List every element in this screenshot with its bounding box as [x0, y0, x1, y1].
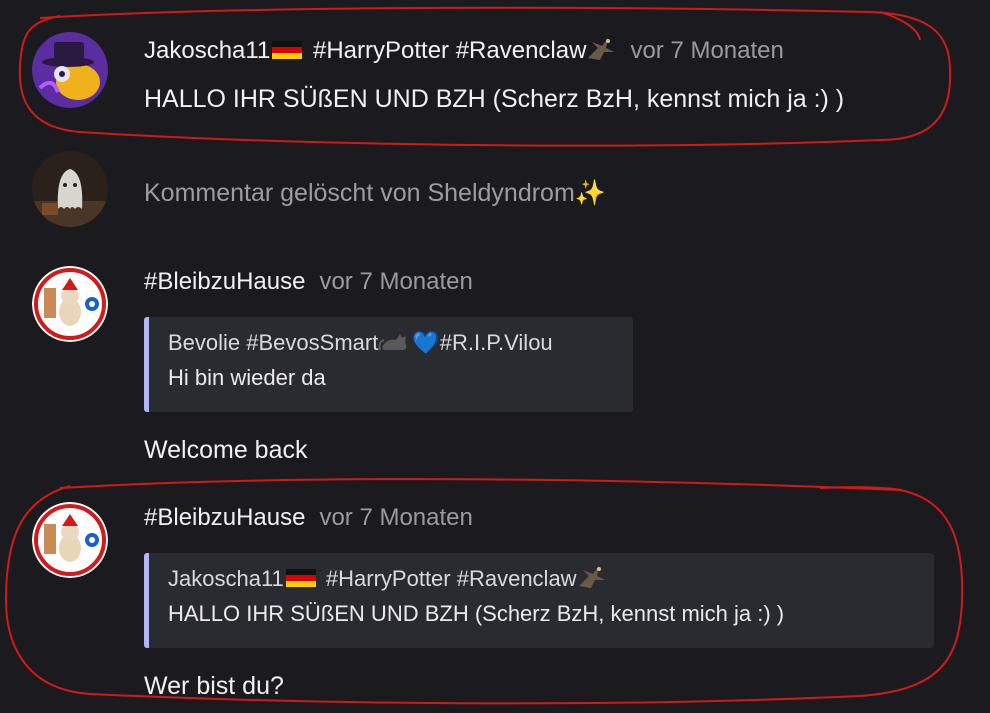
avatar-jakoscha[interactable]: [32, 32, 108, 108]
quoted-author: Bevolie #BevosSmart 💙#R.I.P.Vilou: [168, 328, 553, 356]
comment-text: Welcome back: [144, 436, 308, 464]
author-name[interactable]: #BleibzuHause: [144, 504, 305, 531]
eagle-icon: [586, 36, 616, 62]
blue-heart-icon: 💙: [412, 331, 440, 356]
quoted-comment[interactable]: Jakoscha11 #HarryPotter #Ravenclaw HALLO…: [144, 553, 934, 648]
avatar-bleibzuhause[interactable]: [32, 266, 108, 342]
author-hashtags[interactable]: #HarryPotter #Ravenclaw: [313, 37, 586, 64]
author-name[interactable]: #BleibzuHause: [144, 268, 305, 295]
sparkles-icon: ✨: [574, 178, 606, 207]
germany-flag-icon: [272, 41, 303, 59]
eagle-icon: [577, 564, 607, 590]
quoted-text: Hi bin wieder da: [168, 365, 326, 390]
comment-timestamp: vor 7 Monaten: [319, 268, 473, 295]
avatar-bleibzuhause[interactable]: [32, 502, 108, 578]
quoted-text: HALLO IHR SÜßEN UND BZH (Scherz BzH, ken…: [168, 601, 785, 626]
comment-text: Wer bist du?: [144, 672, 284, 700]
deleted-comment-notice: Kommentar gelöscht von Sheldyndrom✨: [144, 178, 606, 207]
germany-flag-icon: [285, 569, 316, 587]
quoted-comment[interactable]: Bevolie #BevosSmart 💙#R.I.P.Vilou Hi bin …: [144, 317, 633, 412]
black-cat-icon: [378, 328, 412, 354]
comment-text: HALLO IHR SÜßEN UND BZH (Scherz BzH, ken…: [144, 85, 845, 113]
comment-timestamp: vor 7 Monaten: [319, 504, 473, 531]
author-name[interactable]: Jakoscha11: [144, 37, 270, 64]
quoted-author: Jakoscha11 #HarryPotter #Ravenclaw: [168, 564, 934, 592]
comment-timestamp: vor 7 Monaten: [630, 37, 784, 64]
avatar-sheldyndrom[interactable]: [32, 151, 108, 227]
